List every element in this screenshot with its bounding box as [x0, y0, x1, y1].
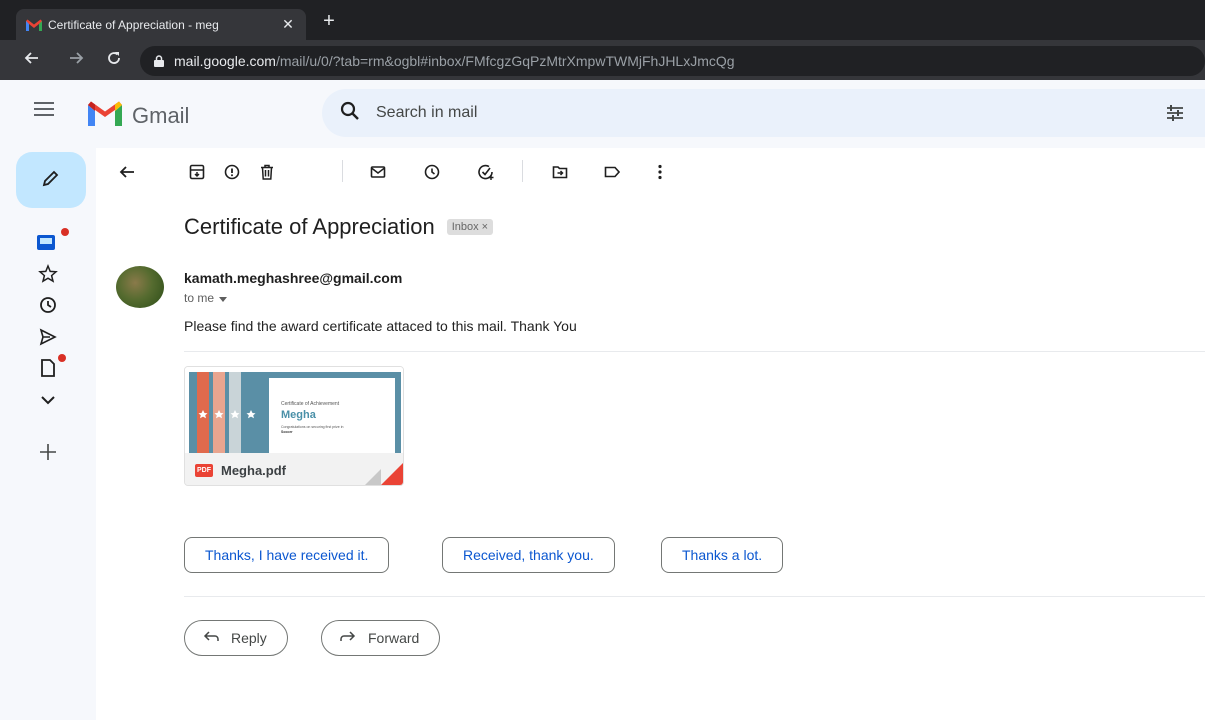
- subject-text: Certificate of Appreciation: [184, 214, 435, 239]
- left-nav-rail: [0, 148, 96, 720]
- gmail-m-icon: [88, 101, 122, 131]
- back-to-inbox-icon[interactable]: [115, 160, 139, 184]
- search-bar[interactable]: [322, 89, 1205, 137]
- send-icon[interactable]: [36, 325, 60, 349]
- new-tab-button[interactable]: +: [318, 10, 340, 33]
- delete-icon[interactable]: [255, 160, 279, 184]
- browser-tab[interactable]: Certificate of Appreciation - meg ✕: [16, 9, 306, 40]
- email-body: Please find the award certificate attace…: [184, 318, 577, 334]
- compose-button[interactable]: [16, 152, 86, 208]
- forward-arrow-icon[interactable]: [66, 50, 86, 71]
- inbox-unread-dot: [61, 228, 69, 236]
- pencil-icon: [41, 168, 61, 193]
- gmail-wordmark: Gmail: [132, 103, 190, 128]
- main-menu-icon[interactable]: [34, 102, 56, 121]
- back-arrow-icon[interactable]: [22, 50, 42, 71]
- drafts-dot: [58, 354, 66, 362]
- archive-icon[interactable]: [185, 160, 209, 184]
- search-input[interactable]: [376, 104, 976, 122]
- clock-icon[interactable]: [36, 293, 60, 317]
- reload-icon[interactable]: [104, 50, 124, 71]
- forward-arrow-icon: [340, 630, 356, 646]
- page-fold-shadow: [365, 469, 381, 485]
- plus-icon[interactable]: [36, 440, 60, 464]
- smart-reply-chip[interactable]: Thanks, I have received it.: [184, 537, 390, 573]
- page-fold-corner: [381, 463, 403, 485]
- attachment-card[interactable]: Certificate of Achievement Megha Congrat…: [184, 366, 404, 486]
- thumb-heading: Certificate of Achievement: [281, 401, 340, 407]
- reply-divider: [184, 596, 1205, 597]
- attachment-filename: Megha.pdf: [221, 462, 286, 478]
- gmail-header: Gmail: [0, 80, 1205, 148]
- snooze-icon[interactable]: [420, 160, 444, 184]
- browser-tab-bar: Certificate of Appreciation - meg ✕ +: [0, 0, 1205, 40]
- chevron-down-icon[interactable]: [36, 388, 60, 412]
- sender-avatar[interactable]: [116, 266, 164, 308]
- search-icon[interactable]: [340, 101, 360, 126]
- move-to-icon[interactable]: [548, 160, 572, 184]
- add-to-tasks-icon[interactable]: [474, 160, 498, 184]
- report-spam-icon[interactable]: [220, 160, 244, 184]
- label-icon[interactable]: [600, 160, 624, 184]
- inbox-label-badge[interactable]: Inbox ×: [446, 219, 494, 235]
- toolbar-divider: [522, 160, 523, 182]
- sender-email[interactable]: kamath.meghashree@gmail.com: [184, 270, 402, 286]
- tab-close-icon[interactable]: ✕: [280, 16, 296, 33]
- smart-reply-chip[interactable]: Received, thank you.: [442, 537, 615, 573]
- star-icon[interactable]: [36, 262, 60, 286]
- pdf-icon: PDF: [195, 463, 213, 477]
- smart-reply-chip[interactable]: Thanks a lot.: [661, 537, 784, 573]
- search-options-icon[interactable]: [1165, 103, 1185, 128]
- reply-button[interactable]: Reply: [184, 620, 288, 656]
- lock-icon: [154, 55, 168, 67]
- tab-title: Certificate of Appreciation - meg: [48, 17, 219, 32]
- gmail-logo[interactable]: Gmail: [88, 101, 189, 131]
- url-path: /mail/u/0/?tab=rm&ogbl#inbox/FMfcgzGqPzM…: [275, 53, 735, 69]
- toolbar-divider: [342, 160, 343, 182]
- thumb-line: Congratulations on securing first prize …: [281, 425, 344, 429]
- draft-icon[interactable]: [36, 356, 60, 380]
- caret-down-icon: [219, 291, 228, 305]
- browser-toolbar: mail.google.com/mail/u/0/?tab=rm&ogbl#in…: [0, 40, 1205, 80]
- forward-button[interactable]: Forward: [321, 620, 441, 656]
- attachment-divider: [184, 351, 1205, 352]
- attachment-thumbnail: Certificate of Achievement Megha Congrat…: [185, 367, 403, 453]
- message-toolbar: [96, 148, 1205, 196]
- forward-label: Forward: [368, 630, 420, 646]
- inbox-icon[interactable]: [34, 230, 58, 254]
- reply-label: Reply: [231, 630, 267, 646]
- recipient-details[interactable]: to me: [184, 291, 228, 305]
- gmail-favicon-icon: [26, 19, 42, 31]
- mark-unread-icon[interactable]: [366, 160, 390, 184]
- address-bar[interactable]: mail.google.com/mail/u/0/?tab=rm&ogbl#in…: [140, 46, 1205, 76]
- recipient-text: to me: [184, 291, 215, 305]
- email-subject: Certificate of Appreciation Inbox ×: [184, 214, 494, 240]
- thumb-line-2: Soccer: [281, 430, 293, 434]
- reply-arrow-icon: [203, 630, 219, 646]
- more-options-icon[interactable]: [648, 160, 672, 184]
- message-pane: Certificate of Appreciation Inbox × kama…: [96, 148, 1205, 720]
- url-host: mail.google.com: [174, 53, 276, 69]
- thumb-name: Megha: [281, 409, 317, 421]
